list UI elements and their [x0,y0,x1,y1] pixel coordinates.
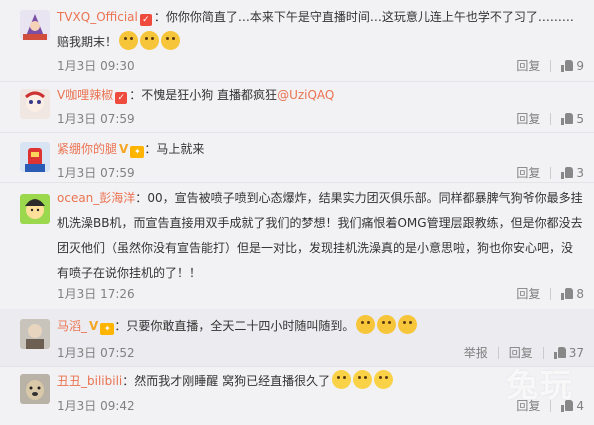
username-link[interactable]: V咖哩辣椒 [57,88,113,102]
timestamp: 1月3日 09:30 [57,59,135,73]
laughing-emoji-icon [353,370,373,389]
member-badge: ✦ [100,323,115,335]
like-count: 3 [576,165,584,180]
reply-button[interactable]: 回复 [506,57,550,74]
username-link[interactable]: 丑丑_bilibili [57,374,122,388]
timestamp: 1月3日 07:59 [57,112,135,126]
comment-meta: 1月3日 07:59 回复 3 [57,164,584,182]
thumbs-up-icon [561,59,574,72]
like-button[interactable]: 9 [551,59,584,73]
member-badge: ✦ [130,146,145,158]
laughing-emoji-icon [332,370,352,389]
comment-item: 马滔_ V ✦ ：只要你敢直播，全天二十四小时随叫随到。 1月3日 07:52 举报 … [0,309,594,367]
laughing-emoji-icon [374,370,394,389]
comment-text: 不愧是狂小狗 直播都疯狂 [141,88,278,102]
comment-item: V咖哩辣椒 ✓ ：不愧是狂小狗 直播都疯狂@UziQAQ 1月3日 07:59 回复… [0,81,594,133]
vip-badge: ✓ [115,92,128,104]
thumbs-up-icon [553,346,566,359]
emoji-icon [161,31,181,50]
timestamp: 1月3日 07:59 [57,166,135,180]
thumbs-up-icon [561,166,574,179]
mention-link[interactable]: @UziQAQ [277,88,334,102]
comment-item: 丑丑_bilibili：然而我才刚睡醒 窝狗已经直播很久了 1月3日 09:42… [0,366,594,425]
reply-button[interactable]: 回复 [506,110,550,127]
username-link[interactable]: 紧绷你的腿 [57,142,117,156]
avatar[interactable] [20,319,50,349]
thumbs-up-icon [561,287,574,300]
emoji-icon [140,31,160,50]
avatar[interactable] [20,194,50,224]
watermark-logo: 兔玩 [505,366,574,404]
comment-meta: 1月3日 17:26 回复 8 [57,285,584,303]
comment-meta: 1月3日 07:52 举报 回复 37 [57,344,584,362]
timestamp: 1月3日 09:42 [57,399,135,413]
reply-button[interactable]: 回复 [506,164,550,181]
comment-list: TVXQ_Official ✓ ：你你你简直了…本来下午是守直播时间…这玩意儿连上午… [0,0,594,425]
vip-badge: ✓ [139,14,152,26]
comment-text: 00，宣告被喷子喷到心态爆炸，结果实力团灭俱乐部。同样都暴脾气狗爷你最多挂机洗澡… [57,191,583,280]
like-button[interactable]: 37 [544,346,584,360]
comment-item: 紧绷你的腿 V ✦ ：马上就来 1月3日 07:59 回复 3 [0,132,594,183]
emoji-icon [377,315,397,334]
like-count: 37 [568,345,584,360]
like-button[interactable]: 3 [551,166,584,180]
timestamp: 1月3日 07:52 [57,346,135,360]
comment-meta: 1月3日 09:30 回复 9 [57,57,584,75]
report-button[interactable]: 举报 [454,344,498,361]
username-link[interactable]: 马滔_ [57,319,87,333]
comment-item: TVXQ_Official ✓ ：你你你简直了…本来下午是守直播时间…这玩意儿连上午… [0,0,594,82]
emoji-icon [398,315,418,334]
avatar[interactable] [20,10,50,40]
like-count: 9 [576,58,584,73]
like-count: 5 [576,111,584,126]
like-button[interactable]: 5 [551,112,584,126]
reply-button[interactable]: 回复 [506,285,550,302]
comment-meta: 1月3日 07:59 回复 5 [57,110,584,128]
comment-item: ocean_彭海洋：00，宣告被喷子喷到心态爆炸，结果实力团灭俱乐部。同样都暴脾… [0,182,594,310]
comment-body: V咖哩辣椒 ✓ ：不愧是狂小狗 直播都疯狂@UziQAQ [57,88,335,104]
username-link[interactable]: ocean_彭海洋 [57,191,135,205]
emoji-icon [356,315,376,334]
like-count: 4 [576,398,584,413]
comment-text: 只要你敢直播，全天二十四小时随叫随到。 [126,319,355,333]
like-button[interactable]: 8 [551,287,584,301]
thumbs-up-icon [561,112,574,125]
timestamp: 1月3日 17:26 [57,287,135,301]
comment-body: 丑丑_bilibili：然而我才刚睡醒 窝狗已经直播很久了 [57,369,584,394]
comment-body: 紧绷你的腿 V ✦ ：马上就来 [57,137,584,162]
comment-text: 然而我才刚睡醒 窝狗已经直播很久了 [134,374,331,388]
comment-body: 马滔_ V ✦ ：只要你敢直播，全天二十四小时随叫随到。 [57,314,584,339]
avatar[interactable] [20,374,50,404]
comment-body: TVXQ_Official ✓ ：你你你简直了…本来下午是守直播时间…这玩意儿连上午… [57,10,574,50]
like-count: 8 [576,286,584,301]
comment-meta: 1月3日 09:42 回复 4 [57,397,584,415]
comment-text: 马上就来 [156,142,205,156]
emoji-icon [119,31,139,50]
reply-button[interactable]: 回复 [499,344,543,361]
avatar[interactable] [20,89,50,119]
username-link[interactable]: TVXQ_Official [57,10,138,24]
comment-body: ocean_彭海洋：00，宣告被喷子喷到心态爆炸，结果实力团灭俱乐部。同样都暴脾… [57,191,583,280]
verified-badge: V [89,319,99,333]
avatar[interactable] [20,142,50,172]
verified-badge: V [119,142,129,156]
